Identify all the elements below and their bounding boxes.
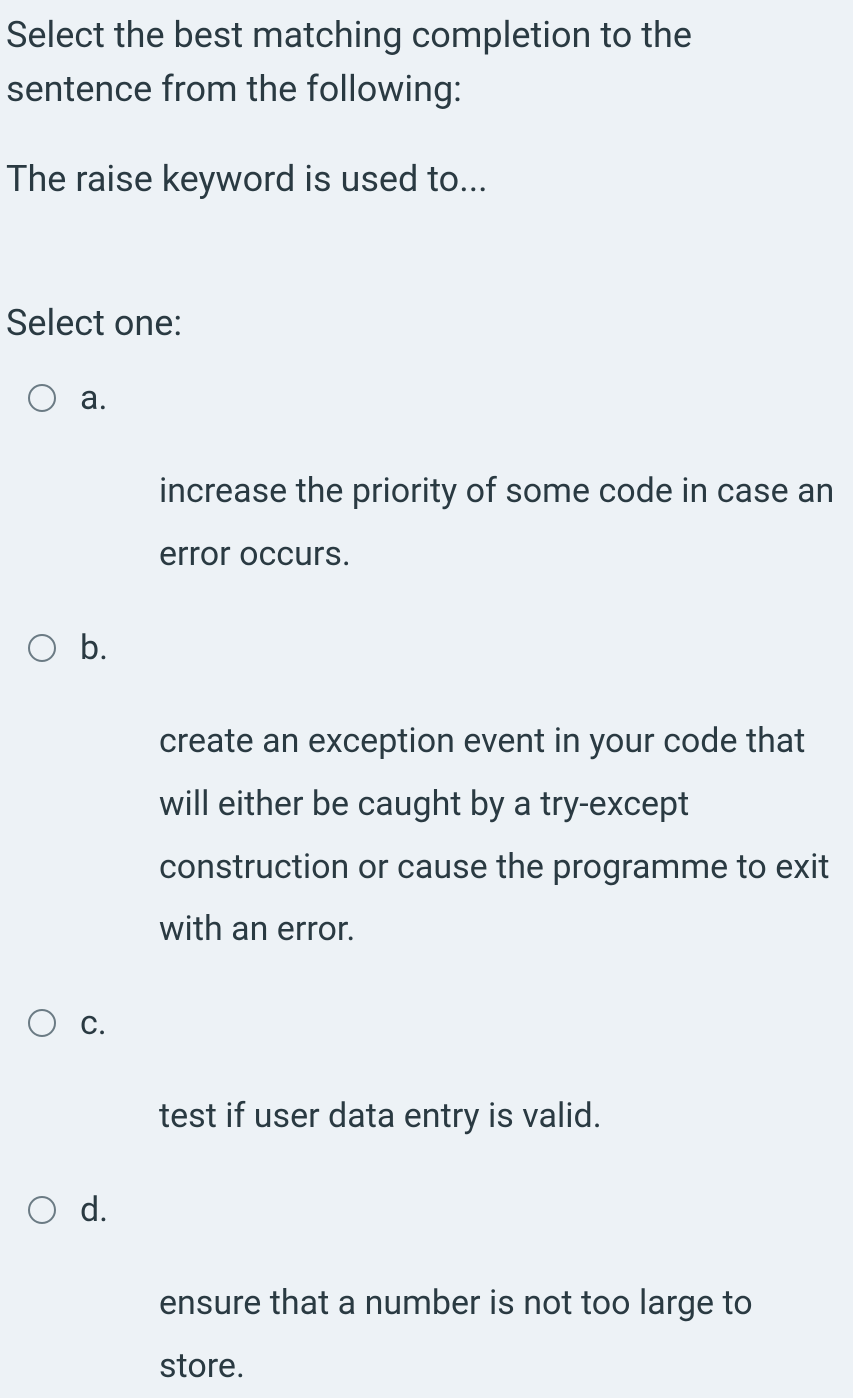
option-c-head: c. — [28, 1003, 847, 1043]
option-c-letter: c. — [80, 1003, 107, 1043]
radio-b[interactable] — [28, 634, 56, 662]
option-a-letter: a. — [80, 378, 107, 418]
option-a-head: a. — [28, 378, 847, 418]
option-c-text: test if user data entry is valid. — [28, 1085, 847, 1148]
option-b: b. create an exception event in your cod… — [28, 628, 847, 992]
option-a: a. increase the priority of some code in… — [28, 378, 847, 616]
radio-d[interactable] — [28, 1196, 56, 1224]
option-b-text: create an exception event in your code t… — [28, 710, 847, 962]
question-prompt: Select the best matching completion to t… — [6, 8, 847, 116]
option-d-letter: d. — [80, 1190, 108, 1230]
option-a-text: increase the priority of some code in ca… — [28, 460, 847, 586]
select-one-label: Select one: — [6, 296, 847, 350]
option-b-letter: b. — [80, 628, 108, 668]
option-d: d. ensure that a number is not too large… — [28, 1190, 847, 1398]
option-b-head: b. — [28, 628, 847, 668]
option-c: c. test if user data entry is valid. — [28, 1003, 847, 1178]
question-sentence: The raise keyword is used to... — [6, 152, 847, 206]
options-list: a. increase the priority of some code in… — [6, 378, 847, 1398]
option-d-text: ensure that a number is not too large to… — [28, 1272, 847, 1398]
radio-a[interactable] — [28, 384, 56, 412]
radio-c[interactable] — [28, 1009, 56, 1037]
option-d-head: d. — [28, 1190, 847, 1230]
